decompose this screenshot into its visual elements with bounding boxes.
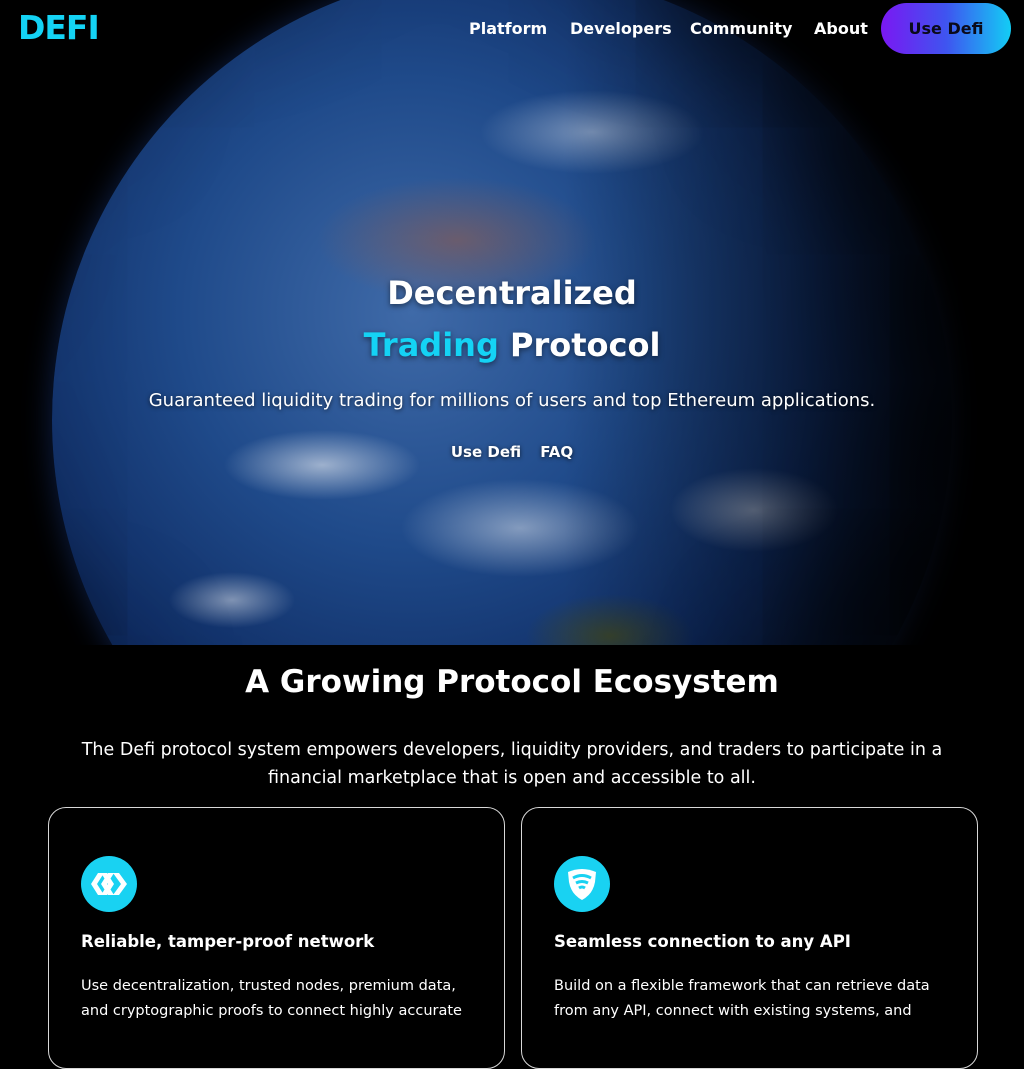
nav-developers-link[interactable]: Developers bbox=[570, 19, 672, 38]
ecosystem-description: The Defi protocol system empowers develo… bbox=[81, 740, 943, 788]
hero-overlay bbox=[0, 0, 1024, 645]
card-text: Build on a flexible framework that can r… bbox=[554, 978, 930, 1019]
nav-about-link[interactable]: About bbox=[814, 19, 868, 38]
top-nav: DEFI Platform Developers Community About… bbox=[0, 0, 1024, 60]
use-defi-button[interactable]: Use Defi bbox=[881, 3, 1011, 54]
hero-links: Use Defi FAQ bbox=[0, 442, 1024, 461]
nav-platform-link[interactable]: Platform bbox=[469, 19, 547, 38]
feature-card-api: Seamless connection to any API Build on … bbox=[521, 807, 978, 1069]
hero-section: Decentralized Trading Protocol Guarantee… bbox=[0, 0, 1024, 645]
hero-subtitle: Guaranteed liquidity trading for million… bbox=[148, 390, 876, 411]
card-text: Use decentralization, trusted nodes, pre… bbox=[81, 978, 462, 1019]
hive-chevron-icon bbox=[81, 856, 137, 912]
hero-title-accent: Trading bbox=[363, 326, 499, 364]
hero-title-line-2: Trading Protocol bbox=[0, 326, 1024, 364]
card-title: Seamless connection to any API bbox=[554, 932, 851, 951]
hero-use-defi-link[interactable]: Use Defi bbox=[451, 443, 521, 461]
wifi-shield-icon bbox=[554, 856, 610, 912]
feature-card-network: Reliable, tamper-proof network Use decen… bbox=[48, 807, 505, 1069]
hero-title-rest: Protocol bbox=[509, 326, 661, 364]
hero-faq-link[interactable]: FAQ bbox=[540, 443, 573, 461]
ecosystem-title: A Growing Protocol Ecosystem bbox=[245, 664, 779, 700]
logo[interactable]: DEFI bbox=[18, 8, 100, 47]
card-title: Reliable, tamper-proof network bbox=[81, 932, 375, 951]
nav-community-link[interactable]: Community bbox=[690, 19, 792, 38]
hero-title-line-1: Decentralized bbox=[387, 274, 637, 312]
